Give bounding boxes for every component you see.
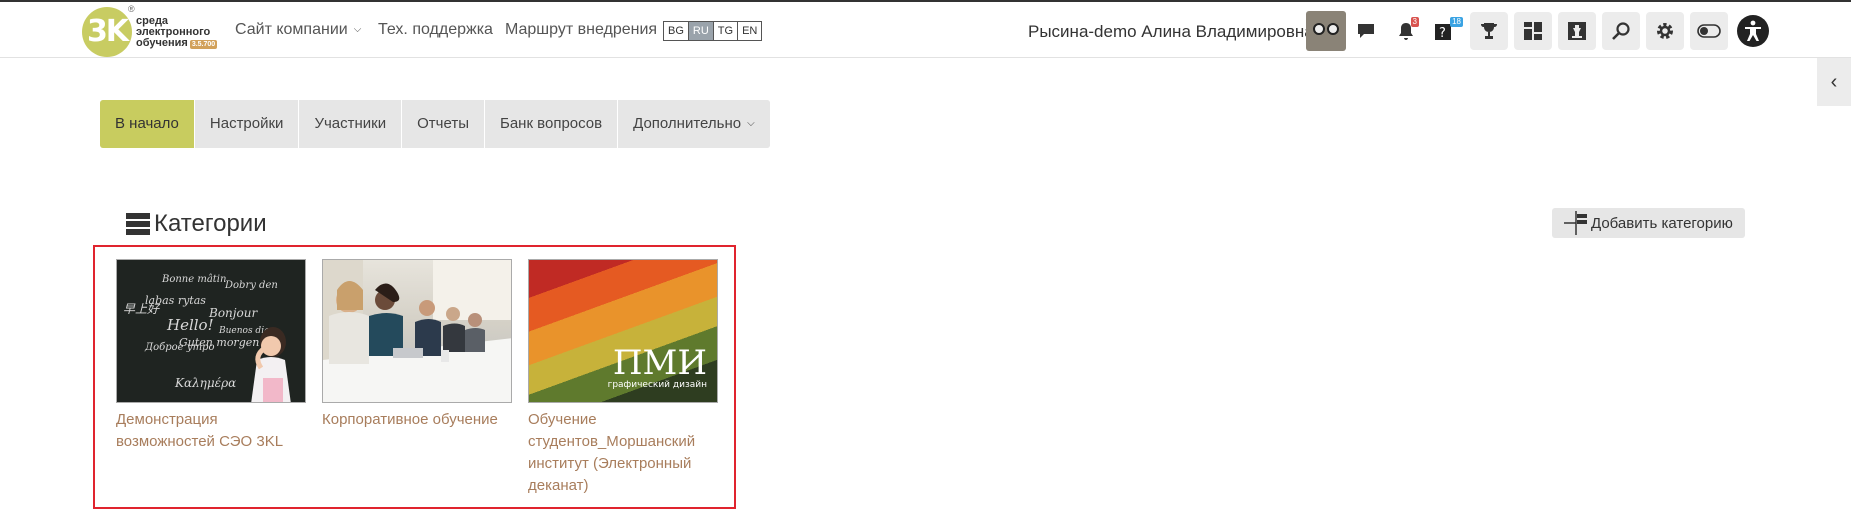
toggle-icon[interactable] — [1690, 12, 1728, 50]
avatar-eye-left — [1313, 23, 1325, 35]
logo-text: среда электронного обучения 3.5.700 — [136, 16, 218, 49]
category-image-chalkboard[interactable]: Bonne mâtin Dobry den labas rytas Bonjou… — [116, 259, 306, 403]
tab-more-label: Дополнительно — [633, 115, 742, 132]
category-title[interactable]: Корпоративное обучение — [322, 409, 512, 431]
gear-icon[interactable] — [1646, 12, 1684, 50]
chat-icon[interactable] — [1347, 12, 1385, 50]
lang-bg[interactable]: BG — [664, 22, 689, 40]
categories-title: Категории — [154, 210, 267, 237]
avatar[interactable] — [1306, 11, 1346, 51]
category-card[interactable]: Корпоративное обучение — [322, 259, 512, 431]
language-switcher: BG RU TG EN — [663, 21, 763, 41]
image-caption-subtitle: графический дизайн — [607, 380, 707, 390]
add-category-label: Добавить категорию — [1591, 214, 1733, 232]
nav-implementation-route[interactable]: Маршрут внедрения — [505, 21, 657, 39]
tab-question-bank[interactable]: Банк вопросов — [484, 100, 619, 148]
chevron-down-icon: ⌵ — [747, 118, 755, 129]
question-icon[interactable]: ? 18 — [1426, 12, 1464, 50]
add-category-button[interactable]: Добавить категорию — [1552, 208, 1745, 238]
chevron-left-icon: ‹ — [1830, 70, 1838, 93]
categories-grid: Bonne mâtin Dobry den labas rytas Bonjou… — [93, 245, 736, 509]
logo-line-3: обучения — [136, 37, 188, 49]
svg-text:?: ? — [1439, 26, 1446, 41]
user-name[interactable]: Рысина-demo Алина Владимировна — [1028, 22, 1314, 42]
child-figure — [251, 327, 291, 402]
sidebar-toggle[interactable]: ‹ — [1817, 58, 1851, 106]
tab-more[interactable]: Дополнительно ⌵ — [618, 100, 770, 148]
lang-tg[interactable]: TG — [714, 22, 739, 40]
nav-company-site[interactable]: Сайт компании ⌵ — [235, 21, 361, 39]
lang-ru[interactable]: RU — [688, 22, 714, 40]
add-category-icon — [1564, 211, 1587, 235]
notifications-badge: 3 — [1410, 17, 1419, 27]
lang-en[interactable]: EN — [738, 22, 761, 40]
logo-mark: 3K — [82, 7, 132, 57]
course-tabs: В начало Настройки Участники Отчеты Банк… — [100, 100, 770, 148]
questions-badge: 18 — [1450, 17, 1463, 27]
category-image-painted-wall[interactable]: ПМИ графический дизайн — [528, 259, 718, 403]
logo[interactable]: 3K ® среда электронного обучения 3.5.700 — [82, 4, 222, 58]
tab-home[interactable]: В начало — [100, 100, 195, 148]
tab-reports[interactable]: Отчеты — [402, 100, 485, 148]
logo-version: 3.5.700 — [189, 40, 218, 49]
category-title[interactable]: Демонстрация возможностей СЭО 3KL — [116, 409, 306, 453]
logo-registered: ® — [128, 4, 135, 14]
chess-icon[interactable] — [1558, 12, 1596, 50]
category-image-meeting[interactable] — [322, 259, 512, 403]
top-bar: 3K ® среда электронного обучения 3.5.700 … — [0, 0, 1851, 58]
categories-icon — [126, 213, 150, 235]
nav-tech-support[interactable]: Тех. поддержка — [378, 21, 493, 39]
bell-icon[interactable]: 3 — [1387, 12, 1425, 50]
tab-participants[interactable]: Участники — [299, 100, 403, 148]
trophy-icon[interactable] — [1470, 12, 1508, 50]
nav-company-site-label: Сайт компании — [235, 21, 348, 38]
category-title[interactable]: Обучение студентов_Моршанский институт (… — [528, 409, 718, 497]
meeting-scene — [323, 260, 511, 402]
accessibility-icon[interactable] — [1734, 12, 1772, 50]
category-card[interactable]: Bonne mâtin Dobry den labas rytas Bonjou… — [116, 259, 306, 453]
category-card[interactable]: ПМИ графический дизайн Обучение студенто… — [528, 259, 718, 497]
dashboard-icon[interactable] — [1514, 12, 1552, 50]
search-icon[interactable] — [1602, 12, 1640, 50]
image-caption-title: ПМИ — [612, 343, 707, 383]
tab-settings[interactable]: Настройки — [194, 100, 300, 148]
chevron-down-icon: ⌵ — [353, 24, 362, 35]
image-caption: ПМИ графический дизайн — [608, 346, 707, 390]
categories-heading: Категории — [126, 210, 267, 238]
avatar-eye-right — [1327, 23, 1339, 35]
